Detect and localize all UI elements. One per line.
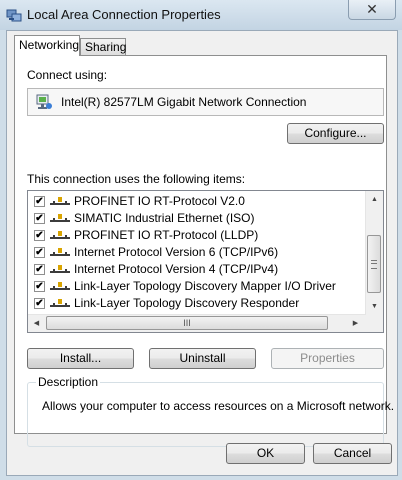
- items-list[interactable]: ✔ PROFINET IO RT-Protocol V2.0 ✔ SIMATIC…: [27, 190, 384, 333]
- close-button[interactable]: ✕: [348, 0, 396, 20]
- item-checkbox[interactable]: ✔: [34, 230, 45, 241]
- connect-using-label: Connect using:: [27, 68, 108, 82]
- list-item[interactable]: ✔ Internet Protocol Version 6 (TCP/IPv6): [28, 244, 362, 261]
- item-checkbox[interactable]: ✔: [34, 213, 45, 224]
- adapter-field: Intel(R) 82577LM Gigabit Network Connect…: [27, 88, 384, 116]
- grip-icon: [371, 260, 377, 269]
- title-bar[interactable]: Local Area Connection Properties ✕: [0, 0, 402, 30]
- configure-button[interactable]: Configure...: [287, 123, 384, 144]
- description-group: Description Allows your computer to acce…: [27, 375, 394, 447]
- protocol-icon: [50, 214, 70, 222]
- item-checkbox[interactable]: ✔: [34, 298, 45, 309]
- item-checkbox[interactable]: ✔: [34, 264, 45, 275]
- horizontal-scroll-thumb[interactable]: III: [46, 316, 328, 330]
- description-heading: Description: [36, 375, 101, 389]
- item-label: Link-Layer Topology Discovery Mapper I/O…: [74, 279, 336, 293]
- item-label: Link-Layer Topology Discovery Responder: [74, 296, 300, 310]
- protocol-icon: [50, 299, 70, 307]
- item-label: Internet Protocol Version 4 (TCP/IPv4): [74, 262, 279, 276]
- item-label: PROFINET IO RT-Protocol V2.0: [74, 194, 245, 208]
- ok-button[interactable]: OK: [226, 443, 305, 464]
- properties-button[interactable]: Properties: [271, 348, 384, 369]
- uninstall-button[interactable]: Uninstall: [149, 348, 256, 369]
- protocol-icon: [50, 282, 70, 290]
- scroll-right-arrow-icon[interactable]: ▶: [347, 315, 364, 332]
- horizontal-scrollbar[interactable]: ◀ III ▶: [28, 314, 366, 332]
- scroll-corner: [366, 315, 383, 332]
- list-item[interactable]: ✔ PROFINET IO RT-Protocol V2.0: [28, 193, 362, 210]
- item-label: SIMATIC Industrial Ethernet (ISO): [74, 211, 255, 225]
- network-adapter-icon: [36, 94, 52, 109]
- list-item[interactable]: ✔ Link-Layer Topology Discovery Mapper I…: [28, 278, 362, 295]
- scroll-down-arrow-icon[interactable]: ▼: [366, 298, 383, 315]
- item-label: Internet Protocol Version 6 (TCP/IPv6): [74, 245, 279, 259]
- list-item[interactable]: ✔ Internet Protocol Version 4 (TCP/IPv4): [28, 261, 362, 278]
- protocol-icon: [50, 265, 70, 273]
- item-checkbox[interactable]: ✔: [34, 247, 45, 258]
- protocol-icon: [50, 231, 70, 239]
- scroll-up-arrow-icon[interactable]: ▲: [366, 191, 383, 208]
- dialog-body: Networking Sharing Connect using: Intel(…: [6, 30, 398, 476]
- scroll-left-arrow-icon[interactable]: ◀: [28, 315, 45, 332]
- adapter-name: Intel(R) 82577LM Gigabit Network Connect…: [61, 95, 307, 109]
- items-label: This connection uses the following items…: [27, 172, 246, 186]
- cancel-button[interactable]: Cancel: [313, 443, 392, 464]
- item-checkbox[interactable]: ✔: [34, 281, 45, 292]
- description-text: Allows your computer to access resources…: [42, 399, 395, 413]
- protocol-icon: [50, 248, 70, 256]
- protocol-icon: [50, 197, 70, 205]
- network-connection-icon: [6, 9, 22, 22]
- vertical-scrollbar[interactable]: ▲ ▼: [365, 191, 383, 315]
- tab-networking[interactable]: Networking: [14, 35, 80, 56]
- install-button[interactable]: Install...: [27, 348, 134, 369]
- list-item[interactable]: ✔ SIMATIC Industrial Ethernet (ISO): [28, 210, 362, 227]
- list-item[interactable]: ✔ PROFINET IO RT-Protocol (LLDP): [28, 227, 362, 244]
- tab-sharing[interactable]: Sharing: [80, 38, 126, 56]
- list-item[interactable]: ✔ Link-Layer Topology Discovery Responde…: [28, 295, 362, 312]
- item-checkbox[interactable]: ✔: [34, 196, 45, 207]
- networking-panel: Connect using: Intel(R) 82577LM Gigabit …: [14, 55, 394, 447]
- vertical-scroll-thumb[interactable]: [367, 235, 381, 293]
- window-title: Local Area Connection Properties: [27, 7, 221, 22]
- item-label: PROFINET IO RT-Protocol (LLDP): [74, 228, 259, 242]
